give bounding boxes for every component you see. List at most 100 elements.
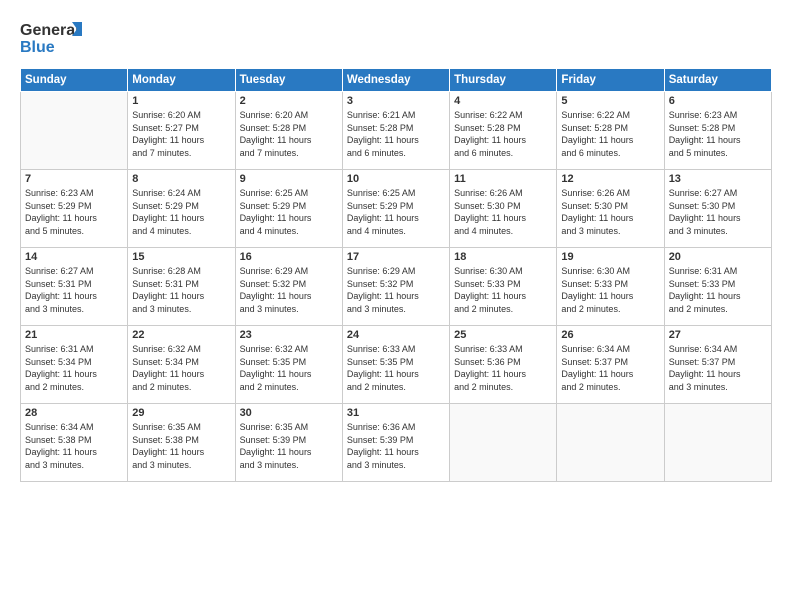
day-info: Sunrise: 6:34 AMSunset: 5:38 PMDaylight:…	[25, 421, 123, 471]
day-number: 1	[132, 95, 230, 107]
day-info: Sunrise: 6:24 AMSunset: 5:29 PMDaylight:…	[132, 187, 230, 237]
calendar-cell: 14Sunrise: 6:27 AMSunset: 5:31 PMDayligh…	[21, 248, 128, 326]
calendar-cell: 26Sunrise: 6:34 AMSunset: 5:37 PMDayligh…	[557, 326, 664, 404]
logo-svg: GeneralBlue	[20, 18, 90, 58]
day-header-tuesday: Tuesday	[235, 69, 342, 92]
calendar-cell: 12 Sunrise: 6:26 AMSunset: 5:30 PMDayligh…	[557, 170, 664, 248]
day-info: Sunrise: 6:26 AMSunset: 5:30 PMDaylight:…	[454, 187, 552, 237]
calendar-cell: 11 Sunrise: 6:26 AMSunset: 5:30 PMDayligh…	[450, 170, 557, 248]
day-info: Sunrise: 6:33 AMSunset: 5:35 PMDaylight:…	[347, 343, 445, 393]
calendar-cell: 23 Sunrise: 6:32 AMSunset: 5:35 PMDayligh…	[235, 326, 342, 404]
calendar-table: SundayMondayTuesdayWednesdayThursdayFrid…	[20, 68, 772, 482]
calendar-cell: 4 Sunrise: 6:22 AMSunset: 5:28 PMDaylight…	[450, 92, 557, 170]
week-row-2: 7Sunrise: 6:23 AMSunset: 5:29 PMDaylight…	[21, 170, 772, 248]
calendar-cell: 21Sunrise: 6:31 AMSunset: 5:34 PMDayligh…	[21, 326, 128, 404]
day-info: Sunrise: 6:29 AMSunset: 5:32 PMDaylight:…	[347, 265, 445, 315]
day-info: Sunrise: 6:22 AMSunset: 5:28 PMDaylight:…	[454, 109, 552, 159]
calendar-cell: 16 Sunrise: 6:29 AMSunset: 5:32 PMDayligh…	[235, 248, 342, 326]
day-header-wednesday: Wednesday	[342, 69, 449, 92]
day-header-row: SundayMondayTuesdayWednesdayThursdayFrid…	[21, 69, 772, 92]
day-number: 8	[132, 173, 230, 185]
day-number: 20	[669, 251, 767, 263]
calendar-cell: 1 Sunrise: 6:20 AMSunset: 5:27 PMDaylight…	[128, 92, 235, 170]
day-info: Sunrise: 6:35 AMSunset: 5:39 PMDaylight:…	[240, 421, 338, 471]
svg-text:Blue: Blue	[20, 39, 55, 56]
day-info: Sunrise: 6:23 AMSunset: 5:29 PMDaylight:…	[25, 187, 123, 237]
day-header-saturday: Saturday	[664, 69, 771, 92]
day-info: Sunrise: 6:20 AMSunset: 5:27 PMDaylight:…	[132, 109, 230, 159]
calendar-cell: 13 Sunrise: 6:27 AMSunset: 5:30 PMDayligh…	[664, 170, 771, 248]
week-row-1: 1 Sunrise: 6:20 AMSunset: 5:27 PMDaylight…	[21, 92, 772, 170]
day-info: Sunrise: 6:31 AMSunset: 5:34 PMDaylight:…	[25, 343, 123, 393]
calendar-cell: 19 Sunrise: 6:30 AMSunset: 5:33 PMDayligh…	[557, 248, 664, 326]
day-number: 9	[240, 173, 338, 185]
calendar-cell: 7Sunrise: 6:23 AMSunset: 5:29 PMDaylight…	[21, 170, 128, 248]
day-number: 23	[240, 329, 338, 341]
day-info: Sunrise: 6:35 AMSunset: 5:38 PMDaylight:…	[132, 421, 230, 471]
day-info: Sunrise: 6:27 AMSunset: 5:30 PMDaylight:…	[669, 187, 767, 237]
day-info: Sunrise: 6:21 AMSunset: 5:28 PMDaylight:…	[347, 109, 445, 159]
day-info: Sunrise: 6:32 AMSunset: 5:35 PMDaylight:…	[240, 343, 338, 393]
day-info: Sunrise: 6:28 AMSunset: 5:31 PMDaylight:…	[132, 265, 230, 315]
day-number: 6	[669, 95, 767, 107]
calendar-cell: 29Sunrise: 6:35 AMSunset: 5:38 PMDayligh…	[128, 404, 235, 482]
day-header-sunday: Sunday	[21, 69, 128, 92]
calendar-cell: 28 Sunrise: 6:34 AMSunset: 5:38 PMDayligh…	[21, 404, 128, 482]
day-info: Sunrise: 6:36 AMSunset: 5:39 PMDaylight:…	[347, 421, 445, 471]
day-info: Sunrise: 6:30 AMSunset: 5:33 PMDaylight:…	[454, 265, 552, 315]
calendar-cell: 24Sunrise: 6:33 AMSunset: 5:35 PMDayligh…	[342, 326, 449, 404]
calendar-cell: 5Sunrise: 6:22 AMSunset: 5:28 PMDaylight…	[557, 92, 664, 170]
day-number: 19	[561, 251, 659, 263]
day-info: Sunrise: 6:30 AMSunset: 5:33 PMDaylight:…	[561, 265, 659, 315]
day-number: 4	[454, 95, 552, 107]
calendar-cell: 6 Sunrise: 6:23 AMSunset: 5:28 PMDaylight…	[664, 92, 771, 170]
calendar-cell: 27 Sunrise: 6:34 AMSunset: 5:37 PMDayligh…	[664, 326, 771, 404]
day-number: 13	[669, 173, 767, 185]
calendar-cell: 15Sunrise: 6:28 AMSunset: 5:31 PMDayligh…	[128, 248, 235, 326]
day-number: 31	[347, 407, 445, 419]
logo: GeneralBlue	[20, 18, 90, 58]
day-number: 5	[561, 95, 659, 107]
week-row-3: 14Sunrise: 6:27 AMSunset: 5:31 PMDayligh…	[21, 248, 772, 326]
day-number: 28	[25, 407, 123, 419]
day-info: Sunrise: 6:29 AMSunset: 5:32 PMDaylight:…	[240, 265, 338, 315]
header: GeneralBlue	[20, 18, 772, 58]
calendar-cell: 10 Sunrise: 6:25 AMSunset: 5:29 PMDayligh…	[342, 170, 449, 248]
calendar-cell: 2Sunrise: 6:20 AMSunset: 5:28 PMDaylight…	[235, 92, 342, 170]
calendar-cell: 25Sunrise: 6:33 AMSunset: 5:36 PMDayligh…	[450, 326, 557, 404]
day-info: Sunrise: 6:34 AMSunset: 5:37 PMDaylight:…	[561, 343, 659, 393]
day-info: Sunrise: 6:26 AMSunset: 5:30 PMDaylight:…	[561, 187, 659, 237]
calendar-cell	[557, 404, 664, 482]
day-info: Sunrise: 6:20 AMSunset: 5:28 PMDaylight:…	[240, 109, 338, 159]
calendar-cell: 22 Sunrise: 6:32 AMSunset: 5:34 PMDayligh…	[128, 326, 235, 404]
day-info: Sunrise: 6:25 AMSunset: 5:29 PMDaylight:…	[347, 187, 445, 237]
day-number: 30	[240, 407, 338, 419]
day-info: Sunrise: 6:34 AMSunset: 5:37 PMDaylight:…	[669, 343, 767, 393]
calendar-cell: 31 Sunrise: 6:36 AMSunset: 5:39 PMDayligh…	[342, 404, 449, 482]
calendar-cell	[450, 404, 557, 482]
day-header-monday: Monday	[128, 69, 235, 92]
day-header-thursday: Thursday	[450, 69, 557, 92]
day-number: 3	[347, 95, 445, 107]
day-number: 18	[454, 251, 552, 263]
day-info: Sunrise: 6:25 AMSunset: 5:29 PMDaylight:…	[240, 187, 338, 237]
day-info: Sunrise: 6:23 AMSunset: 5:28 PMDaylight:…	[669, 109, 767, 159]
calendar-cell: 30 Sunrise: 6:35 AMSunset: 5:39 PMDayligh…	[235, 404, 342, 482]
day-number: 10	[347, 173, 445, 185]
day-number: 11	[454, 173, 552, 185]
calendar-cell: 20 Sunrise: 6:31 AMSunset: 5:33 PMDayligh…	[664, 248, 771, 326]
day-number: 12	[561, 173, 659, 185]
day-info: Sunrise: 6:32 AMSunset: 5:34 PMDaylight:…	[132, 343, 230, 393]
calendar-cell	[664, 404, 771, 482]
week-row-5: 28 Sunrise: 6:34 AMSunset: 5:38 PMDayligh…	[21, 404, 772, 482]
day-header-friday: Friday	[557, 69, 664, 92]
day-number: 17	[347, 251, 445, 263]
day-info: Sunrise: 6:27 AMSunset: 5:31 PMDaylight:…	[25, 265, 123, 315]
day-number: 22	[132, 329, 230, 341]
day-number: 27	[669, 329, 767, 341]
day-info: Sunrise: 6:31 AMSunset: 5:33 PMDaylight:…	[669, 265, 767, 315]
calendar-cell: 3 Sunrise: 6:21 AMSunset: 5:28 PMDaylight…	[342, 92, 449, 170]
day-number: 16	[240, 251, 338, 263]
calendar-cell: 17 Sunrise: 6:29 AMSunset: 5:32 PMDayligh…	[342, 248, 449, 326]
calendar-cell	[21, 92, 128, 170]
